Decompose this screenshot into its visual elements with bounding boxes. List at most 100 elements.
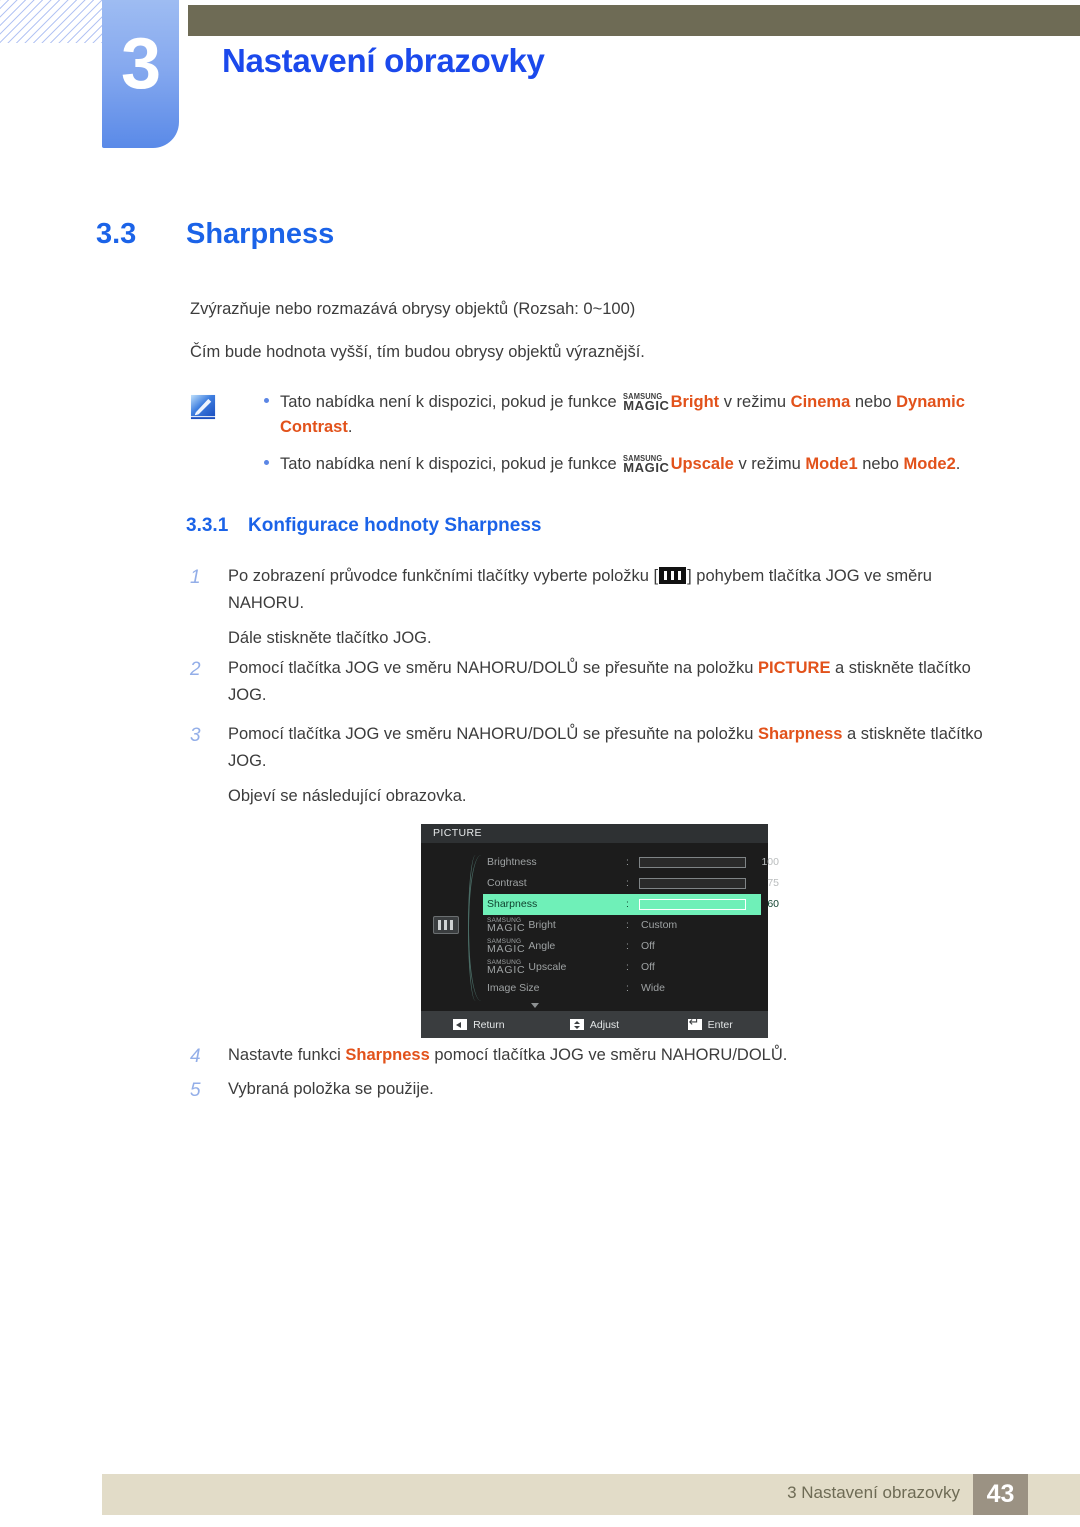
osd-footer-label: Adjust — [589, 1018, 620, 1031]
osd-row-value: 100 — [761, 856, 779, 868]
note-text-4: . — [955, 455, 961, 474]
osd-row-label-text: Upscale — [528, 961, 567, 973]
osd-row-label: Sharpness — [487, 898, 538, 910]
osd-row-value: Off — [641, 961, 655, 973]
osd-row-label: SAMSUNG MAGIC Upscale — [487, 957, 617, 978]
bullet-icon — [264, 398, 269, 403]
page-footer-text: 3 Nastavení obrazovky — [787, 1483, 960, 1502]
chapter-title: Nastavení obrazovky — [222, 42, 545, 79]
osd-footer-return[interactable]: Return — [421, 1019, 537, 1031]
note-mode-1: Cinema — [790, 393, 851, 411]
osd-row-colon: : — [626, 919, 629, 931]
magic-magic-text: MAGIC — [487, 963, 526, 976]
osd-menu-screenshot: PICTURE Brightness : 100 Contrast : 75 S… — [421, 824, 779, 1038]
osd-row-magic-upscale[interactable]: SAMSUNG MAGIC Upscale : Off — [483, 957, 761, 978]
step-number: 5 — [190, 1080, 201, 1101]
note-text-4: . — [347, 418, 353, 437]
samsung-magic-label: SAMSUNG MAGIC — [623, 391, 669, 412]
note-text-1: Tato nabídka není k dispozici, pokud je … — [280, 393, 622, 411]
corner-hatch-decoration — [0, 0, 102, 43]
osd-row-label: Brightness — [487, 856, 537, 868]
magic-samsung-text: SAMSUNG — [623, 453, 663, 463]
osd-row-value: Custom — [641, 919, 678, 931]
step-3: 3 Pomocí tlačítka JOG ve směru NAHORU/DO… — [190, 721, 990, 810]
step-text: Vybraná položka se použije. — [228, 1080, 434, 1098]
description-paragraph-2: Čím bude hodnota vyšší, tím budou obrysy… — [190, 343, 645, 361]
osd-row-magic-angle[interactable]: SAMSUNG MAGIC Angle : Off — [483, 936, 761, 957]
magic-magic-text: MAGIC — [487, 921, 526, 934]
note-feature-2: Upscale — [670, 455, 734, 474]
note-text-2: v režimu — [719, 393, 791, 411]
osd-row-label-text: Bright — [528, 919, 556, 931]
note-mode-2: Mode2 — [903, 455, 956, 474]
step-text: Pomocí tlačítka JOG ve směru NAHORU/DOLŮ… — [228, 721, 990, 774]
osd-row-label: SAMSUNG MAGIC Angle — [487, 936, 617, 957]
description-paragraph-1: Zvýrazňuje nebo rozmazává obrysy objektů… — [190, 300, 636, 318]
osd-row-label-text: Angle — [528, 940, 556, 952]
note-text-3: nebo — [850, 393, 897, 411]
section-number: 3.3 — [96, 218, 137, 250]
step-subtext: Objeví se následující obrazovka. — [228, 787, 467, 806]
step-1: 1 Po zobrazení průvodce funkčními tlačít… — [190, 563, 990, 652]
osd-row-value: Wide — [641, 982, 665, 994]
chevron-down-icon[interactable] — [531, 1003, 539, 1008]
osd-body: Brightness : 100 Contrast : 75 Sharpness… — [421, 843, 779, 1011]
step-text: Po zobrazení průvodce funkčními tlačítky… — [228, 563, 990, 616]
osd-row-label: SAMSUNG MAGIC Bright — [487, 915, 617, 936]
note-item: Tato nabídka není k dispozici, pokud je … — [240, 452, 1000, 477]
note-text-3: nebo — [857, 455, 904, 474]
osd-footer-adjust[interactable]: Adjust — [537, 1019, 653, 1031]
osd-row-contrast[interactable]: Contrast : 75 — [483, 873, 779, 894]
step-number: 2 — [190, 659, 201, 680]
osd-title: PICTURE — [421, 824, 768, 843]
header-olive-bar — [188, 5, 1080, 36]
step-highlight: PICTURE — [758, 659, 831, 677]
step-text-before: Pomocí tlačítka JOG ve směru NAHORU/DOLŮ… — [228, 659, 759, 677]
enter-key-icon — [687, 1015, 702, 1030]
osd-row-magic-bright[interactable]: SAMSUNG MAGIC Bright : Custom — [483, 915, 761, 936]
chapter-number: 3 — [120, 24, 161, 104]
magic-magic-text: MAGIC — [487, 942, 526, 955]
osd-footer-enter[interactable]: Enter — [652, 1015, 768, 1031]
step-subtext: Dále stiskněte tlačítko JOG. — [228, 629, 432, 648]
osd-row-colon: : — [626, 961, 629, 973]
osd-slider-sharpness[interactable] — [639, 899, 746, 910]
osd-row-value: Off — [641, 940, 655, 952]
step-text-before: Nastavte funkci — [228, 1046, 346, 1064]
step-text: Pomocí tlačítka JOG ve směru NAHORU/DOLŮ… — [228, 655, 990, 708]
step-number: 1 — [190, 567, 201, 588]
osd-row-sharpness[interactable]: Sharpness : 60 — [483, 894, 779, 915]
osd-slider-brightness[interactable] — [639, 857, 746, 868]
note-pencil-icon — [190, 394, 216, 420]
samsung-magic-label: SAMSUNG MAGIC — [487, 938, 526, 955]
step-text-before: Pomocí tlačítka JOG ve směru NAHORU/DOLŮ… — [228, 725, 759, 743]
osd-footer-label: Return — [473, 1018, 505, 1031]
osd-row-value: 60 — [767, 898, 779, 910]
osd-slider-contrast[interactable] — [639, 878, 746, 889]
section-title: Sharpness — [186, 218, 335, 250]
osd-row-image-size[interactable]: Image Size : Wide — [483, 978, 761, 999]
osd-row-colon: : — [626, 877, 629, 889]
osd-row-brightness[interactable]: Brightness : 100 — [483, 852, 779, 873]
osd-footer: Return Adjust Enter — [421, 1011, 768, 1038]
magic-samsung-text: SAMSUNG — [623, 391, 663, 401]
step-text: Nastavte funkci Sharpness pomocí tlačítk… — [228, 1042, 990, 1069]
note-item: Tato nabídka není k dispozici, pokud je … — [240, 390, 1000, 440]
osd-row-colon: : — [626, 982, 629, 994]
osd-brace-decoration — [468, 855, 483, 1001]
samsung-magic-label: SAMSUNG MAGIC — [487, 917, 526, 934]
step-4: 4 Nastavte funkci Sharpness pomocí tlačí… — [190, 1042, 990, 1069]
menu-bars-icon — [659, 567, 687, 584]
page-number: 43 — [973, 1474, 1028, 1515]
step-text-before: Po zobrazení průvodce funkčními tlačítky… — [228, 567, 659, 585]
arrow-updown-icon — [569, 1019, 584, 1030]
step-text-after: pomocí tlačítka JOG ve směru NAHORU/DOLŮ… — [429, 1046, 788, 1064]
note-mode-1: Mode1 — [805, 455, 858, 474]
samsung-magic-label: SAMSUNG MAGIC — [623, 453, 670, 476]
magic-magic-text: MAGIC — [623, 460, 670, 476]
osd-row-colon: : — [626, 856, 629, 868]
note-text-2: v režimu — [733, 455, 806, 474]
step-highlight: Sharpness — [345, 1046, 430, 1064]
arrow-left-icon — [453, 1019, 468, 1030]
step-2: 2 Pomocí tlačítka JOG ve směru NAHORU/DO… — [190, 655, 990, 708]
